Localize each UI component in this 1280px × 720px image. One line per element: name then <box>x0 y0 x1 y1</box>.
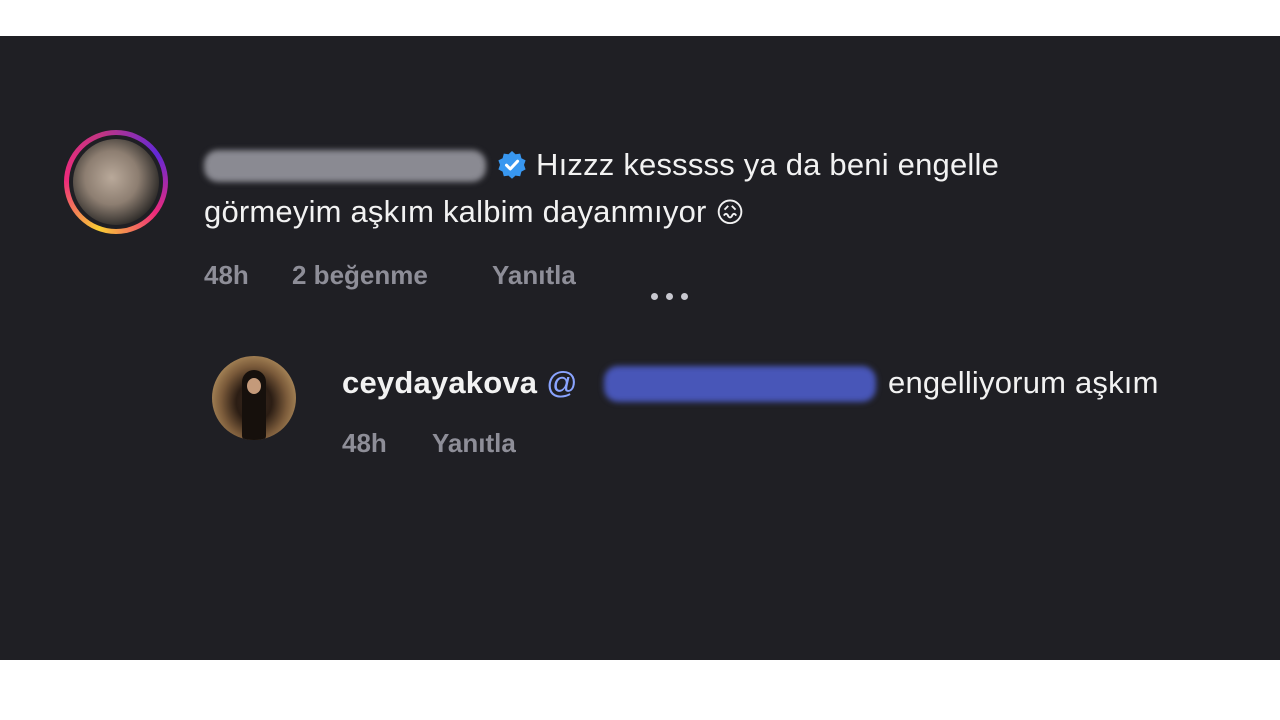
story-ring-avatar[interactable] <box>64 130 168 234</box>
verified-badge-icon <box>496 150 528 182</box>
reply-text: ceydayakova @ <box>342 365 578 401</box>
reply-avatar[interactable] <box>212 356 296 440</box>
reply-button[interactable]: Yanıtla <box>492 260 576 291</box>
redacted-username[interactable] <box>204 150 486 182</box>
comments-panel: Hızzz kesssss ya da beni engelle görmeyi… <box>0 36 1280 660</box>
mention-prefix[interactable]: @ <box>546 365 578 400</box>
more-dot <box>681 293 688 300</box>
more-options-icon[interactable] <box>648 290 692 304</box>
comment-time: 48h <box>204 260 249 290</box>
comment-text-line-2: görmeyim aşkım kalbim dayanmıyor 😖 <box>204 194 745 230</box>
avatar-face <box>247 378 261 394</box>
reply-username[interactable]: ceydayakova <box>342 365 537 400</box>
reply-message: engelliyorum aşkım <box>888 365 1159 400</box>
redacted-mention[interactable] <box>604 366 876 402</box>
more-dot <box>651 293 658 300</box>
reply-time: 48h <box>342 428 387 458</box>
likes-count[interactable]: 2 beğenme <box>292 260 428 291</box>
comment-item: Hızzz kesssss ya da beni engelle görmeyi… <box>0 36 1280 336</box>
comment-text-line-2-text: görmeyim aşkım kalbim dayanmıyor <box>204 194 707 229</box>
comment-text-line-1: Hızzz kesssss ya da beni engelle <box>536 147 1000 182</box>
avatar <box>73 139 159 225</box>
confounded-face-icon: 😖 <box>715 197 745 228</box>
reply-reply-button[interactable]: Yanıtla <box>432 428 516 459</box>
reply-item: ceydayakova @ engelliyorum aşkım 48h Yan… <box>0 336 1280 496</box>
more-dot <box>666 293 673 300</box>
